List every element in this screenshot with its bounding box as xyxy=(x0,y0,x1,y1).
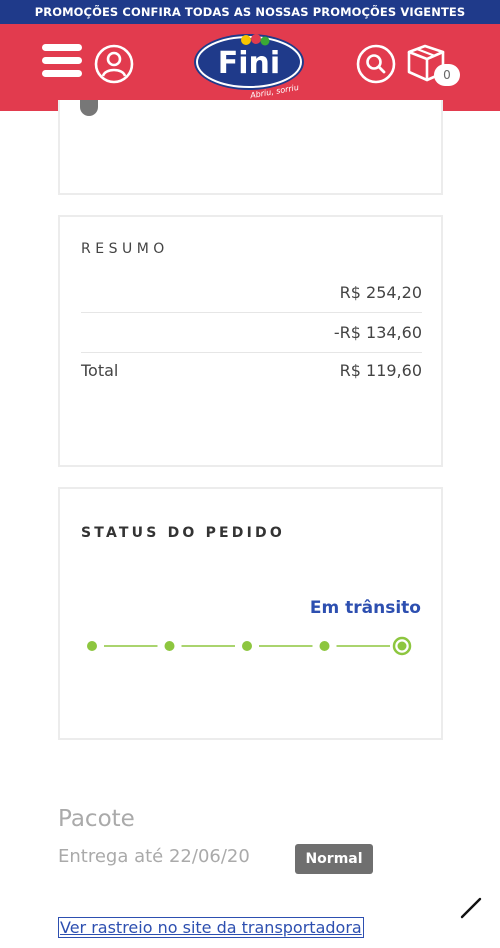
tracking-link[interactable]: Ver rastreio no site da transportadora xyxy=(58,917,364,938)
package-title: Pacote xyxy=(58,806,135,832)
summary-row-value: -R$ 134,60 xyxy=(333,323,422,342)
user-icon[interactable] xyxy=(94,44,134,84)
summary-row-discount: -R$ 134,60 xyxy=(81,313,422,353)
delivery-date: Entrega até 22/06/20 xyxy=(58,846,250,867)
shipping-type-badge: Normal xyxy=(295,844,373,874)
summary-total-value: R$ 119,60 xyxy=(339,361,422,380)
order-items-card xyxy=(58,100,443,195)
status-dot-partial xyxy=(80,100,98,116)
summary-title: RESUMO xyxy=(81,241,169,257)
summary-total-label: Total xyxy=(81,361,119,380)
summary-row-subtotal: R$ 254,20 xyxy=(81,273,422,313)
progress-step xyxy=(319,641,330,651)
status-progress-track xyxy=(87,636,412,656)
status-current-label: Em trânsito xyxy=(309,598,421,618)
promo-bar-text[interactable]: PROMOÇÕES CONFIRA TODAS AS NOSSAS PROMOÇ… xyxy=(35,5,465,19)
fini-logo[interactable]: Fini Abriu, sorriu xyxy=(191,30,311,102)
logo-text: Fini xyxy=(218,46,280,81)
site-header: Fini Abriu, sorriu 0 xyxy=(0,24,500,111)
summary-row-total: Total R$ 119,60 xyxy=(81,351,422,391)
status-title: STATUS DO PEDIDO xyxy=(81,525,285,541)
order-status-card: STATUS DO PEDIDO Em trânsito xyxy=(58,487,443,740)
progress-step xyxy=(87,641,97,651)
pencil-icon[interactable] xyxy=(458,895,484,921)
search-icon[interactable] xyxy=(356,44,396,84)
cart-count-badge: 0 xyxy=(434,64,460,86)
promo-bar[interactable]: PROMOÇÕES CONFIRA TODAS AS NOSSAS PROMOÇ… xyxy=(0,0,500,24)
progress-step xyxy=(164,641,175,651)
summary-card: RESUMO R$ 254,20 -R$ 134,60 Total R$ 119… xyxy=(58,215,443,467)
progress-step-current xyxy=(397,641,407,651)
menu-icon[interactable] xyxy=(42,44,82,80)
progress-step xyxy=(242,641,252,651)
summary-row-value: R$ 254,20 xyxy=(339,283,422,302)
